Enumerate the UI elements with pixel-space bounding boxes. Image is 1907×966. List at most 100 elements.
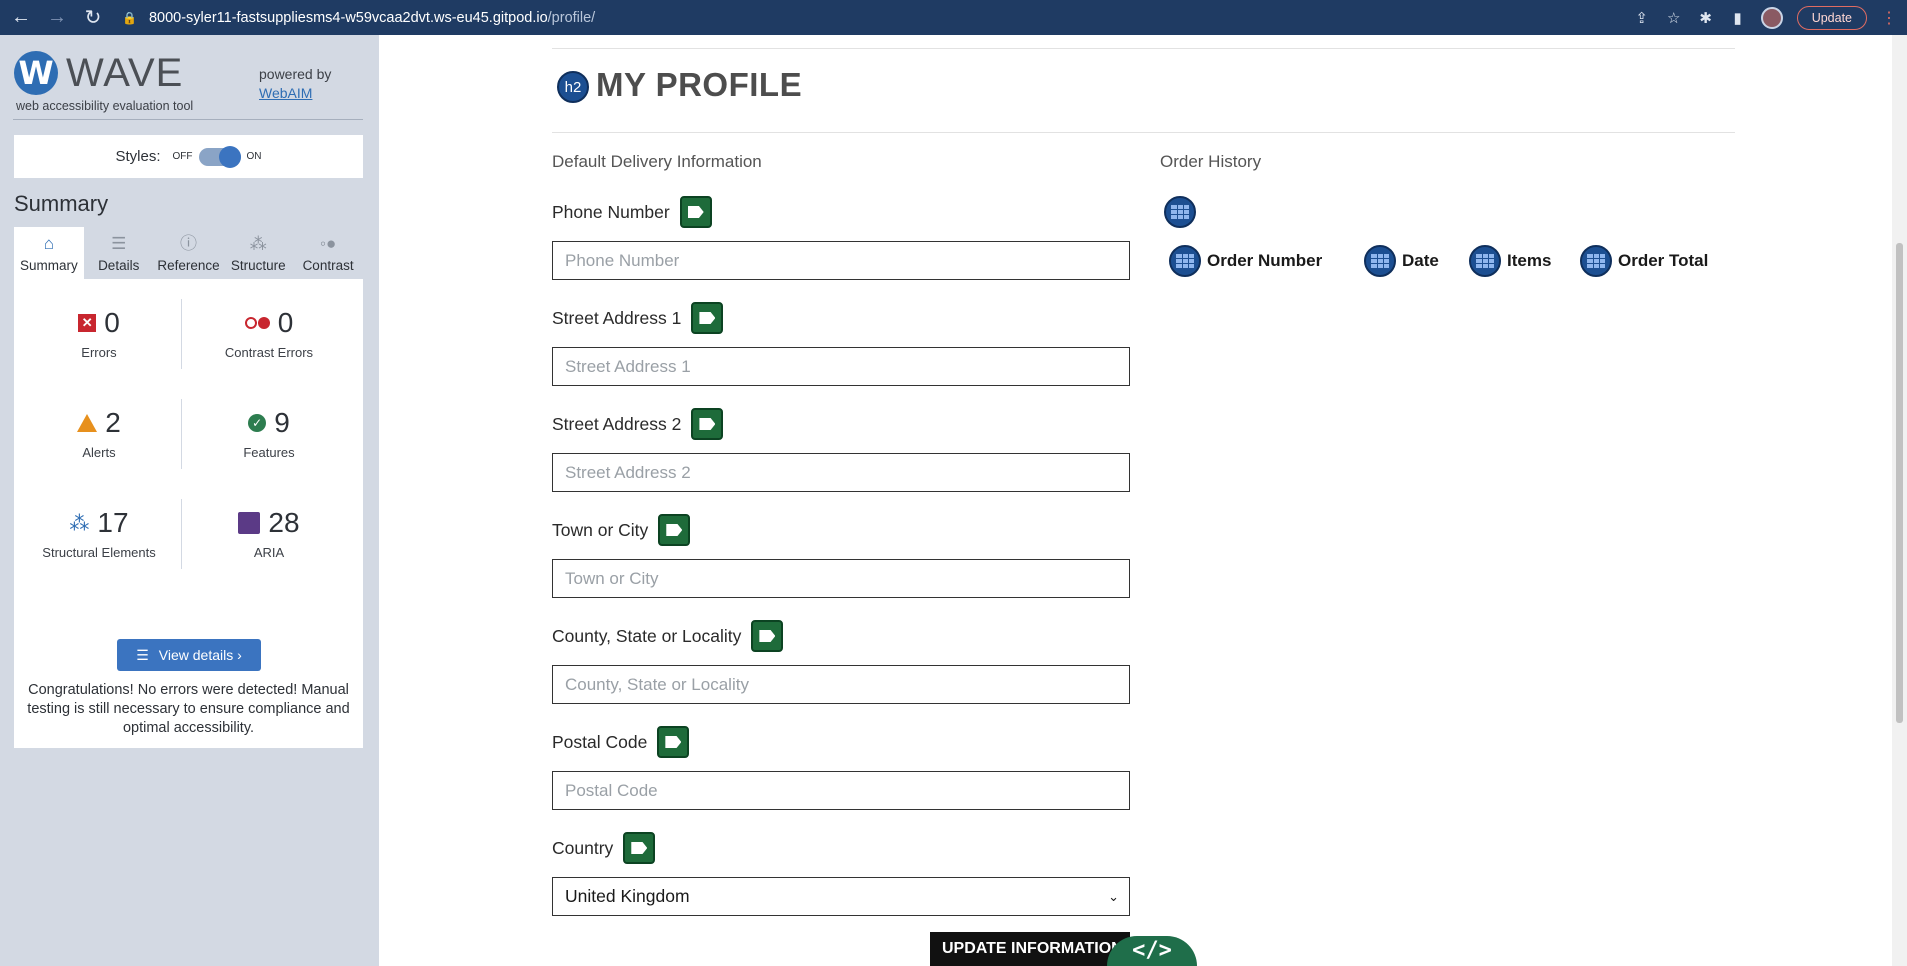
browser-toolbar: ← → ↻ 🔒 8000-syler11-fastsuppliesms4-w59…	[0, 0, 1907, 35]
code-icon[interactable]: </>	[1107, 936, 1197, 966]
share-icon[interactable]: ⇪	[1633, 9, 1651, 27]
error-icon: ✕	[78, 314, 97, 332]
scrollbar-thumb[interactable]	[1896, 243, 1903, 723]
contrast-icon: ◦●	[319, 234, 337, 253]
phone-label: Phone Number	[552, 196, 712, 228]
header-label: Date	[1402, 251, 1439, 270]
stat-alerts[interactable]: 2 Alerts	[14, 407, 184, 460]
powered-by: powered by WebAIM	[259, 65, 331, 103]
info-icon: ⓘ	[179, 234, 197, 253]
tag-icon	[691, 302, 724, 334]
feature-check-icon: ✓	[248, 414, 267, 432]
star-icon[interactable]: ☆	[1665, 9, 1683, 27]
tab-reference[interactable]: ⓘ Reference	[154, 227, 224, 279]
stat-errors[interactable]: ✕ 0 Errors	[14, 307, 184, 360]
toggle-knob	[218, 145, 241, 168]
town-input[interactable]: Town or City	[552, 559, 1130, 598]
profile-avatar[interactable]	[1760, 6, 1783, 29]
tab-details[interactable]: ☰ Details	[84, 227, 154, 279]
view-details-label: View details ›	[158, 647, 242, 663]
sidepanel-icon[interactable]: ▮	[1729, 9, 1747, 27]
phone-input[interactable]: Phone Number	[552, 241, 1130, 280]
powered-by-text: powered by	[259, 66, 332, 82]
stat-features[interactable]: ✓ 9 Features	[184, 407, 354, 460]
table-header-icon	[1469, 245, 1501, 277]
county-label: County, State or Locality	[552, 620, 784, 652]
list-icon: ☰	[111, 234, 127, 253]
date-header: Date	[1364, 245, 1439, 277]
label-text: Phone Number	[552, 201, 670, 222]
styles-on-label: ON	[246, 151, 262, 162]
header-label: Order Number	[1207, 251, 1323, 270]
divider	[552, 48, 1735, 49]
tag-icon	[657, 726, 690, 758]
postcode-label: Postal Code	[552, 726, 690, 758]
styles-toggle[interactable]	[198, 145, 241, 168]
back-arrow-icon[interactable]: ←	[6, 3, 36, 33]
tab-label: Structure	[230, 258, 286, 273]
chevron-down-icon: ⌄	[1108, 888, 1119, 904]
label-text: County, State or Locality	[552, 625, 742, 646]
divider	[552, 132, 1735, 133]
styles-label: Styles:	[115, 148, 161, 165]
tag-icon	[658, 514, 691, 546]
header-label: Items	[1507, 251, 1552, 270]
menu-icon[interactable]: ⋮	[1881, 8, 1897, 28]
aria-label: ARIA	[253, 545, 285, 560]
delivery-heading: Default Delivery Information	[552, 152, 762, 171]
tab-contrast[interactable]: ◦● Contrast	[293, 227, 363, 279]
county-input[interactable]: County, State or Locality	[552, 665, 1130, 704]
divider	[13, 119, 363, 120]
forward-arrow-icon[interactable]: →	[42, 3, 72, 33]
extensions-icon[interactable]: ✱	[1697, 9, 1715, 27]
wave-sidebar: W WAVE web accessibility evaluation tool…	[0, 35, 379, 966]
structural-label: Structural Elements	[42, 545, 156, 560]
country-value: United Kingdom	[565, 886, 690, 906]
page-title: MY PROFILE	[596, 66, 803, 103]
stat-contrast-errors[interactable]: 0 Contrast Errors	[184, 307, 354, 360]
wave-title: WAVE	[66, 51, 184, 95]
contrast-error-icon	[244, 317, 270, 329]
view-details-button[interactable]: ☰ View details ›	[117, 639, 261, 671]
items-header: Items	[1469, 245, 1551, 277]
street1-label: Street Address 1	[552, 302, 724, 334]
stat-structural[interactable]: ⁂ 17 Structural Elements	[14, 507, 184, 560]
label-text: Country	[552, 837, 614, 858]
webaim-link[interactable]: WebAIM	[259, 85, 312, 101]
table-header-icon	[1169, 245, 1201, 277]
aria-count: 28	[268, 507, 300, 538]
summary-heading: Summary	[14, 191, 109, 216]
tab-summary[interactable]: ⌂ Summary	[14, 227, 84, 279]
wave-tabs: ⌂ Summary ☰ Details ⓘ Reference ⁂ Struct…	[14, 227, 363, 279]
street2-input[interactable]: Street Address 2	[552, 453, 1130, 492]
address-bar[interactable]: 🔒 8000-syler11-fastsuppliesms4-w59vcaa2d…	[122, 4, 1633, 32]
update-information-button[interactable]: UPDATE INFORMATION	[930, 932, 1130, 966]
reload-icon[interactable]: ↻	[78, 3, 108, 33]
tab-label: Details	[98, 258, 140, 273]
label-text: Street Address 2	[552, 413, 682, 434]
styles-toggle-box: Styles: OFF ON	[14, 135, 363, 178]
errors-label: Errors	[81, 345, 117, 360]
tab-structure[interactable]: ⁂ Structure	[223, 227, 293, 279]
street1-input[interactable]: Street Address 1	[552, 347, 1130, 386]
table-icon	[1164, 196, 1196, 228]
url-host: 8000-syler11-fastsuppliesms4-w59vcaa2dvt…	[148, 9, 548, 26]
label-text: Postal Code	[552, 731, 648, 752]
page-scrollbar[interactable]	[1892, 35, 1907, 966]
town-label: Town or City	[552, 514, 691, 546]
label-text: Street Address 1	[552, 307, 682, 328]
postcode-input[interactable]: Postal Code	[552, 771, 1130, 810]
update-button[interactable]: Update	[1796, 5, 1867, 30]
table-header-icon	[1580, 245, 1612, 277]
stat-aria[interactable]: 28 ARIA	[184, 507, 354, 560]
alerts-count: 2	[105, 407, 121, 438]
features-count: 9	[274, 407, 290, 438]
wave-logo-icon: W	[14, 51, 58, 95]
tag-icon	[679, 196, 712, 228]
congrats-message: Congratulations! No errors were detected…	[27, 682, 350, 736]
country-select[interactable]: United Kingdom ⌄	[552, 877, 1130, 916]
label-text: Town or City	[552, 519, 649, 540]
header-label: Order Total	[1618, 251, 1709, 270]
table-header-icon	[1364, 245, 1396, 277]
tag-icon	[691, 408, 724, 440]
